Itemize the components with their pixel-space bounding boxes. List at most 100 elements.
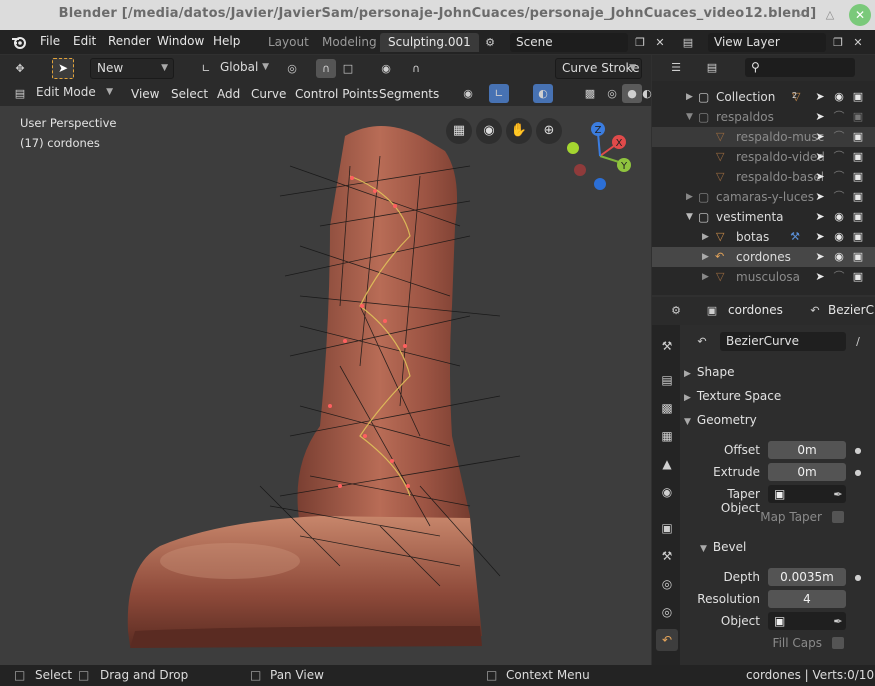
outliner-editor-icon[interactable]: ☰	[666, 58, 686, 77]
expand-icon[interactable]: ▶	[702, 267, 709, 287]
menu-curve[interactable]: Curve	[251, 87, 286, 101]
minimize-icon[interactable]: –	[789, 4, 811, 26]
menu-help[interactable]: Help	[213, 34, 240, 48]
select-icon[interactable]: ➤	[813, 107, 827, 127]
menu-add[interactable]: Add	[217, 87, 240, 101]
resolution-field[interactable]: 4	[768, 590, 846, 608]
camera-icon[interactable]: ▣	[851, 187, 865, 207]
solid-shading-icon[interactable]: ●	[622, 84, 642, 103]
keyframe-dot-icon[interactable]: ●	[848, 441, 868, 460]
camera-icon[interactable]: ▣	[851, 247, 865, 267]
orientation-dropdown[interactable]: Global ▼	[214, 58, 274, 79]
eyedropper-icon[interactable]: ✒	[828, 612, 848, 631]
tab-sculpting[interactable]: Sculpting.001	[380, 33, 479, 52]
expand-icon[interactable]: ▼	[686, 207, 693, 227]
section-geometry[interactable]: ▼ Geometry	[684, 413, 757, 427]
menu-window[interactable]: Window	[157, 34, 204, 48]
menu-select[interactable]: Select	[171, 87, 208, 101]
depth-field[interactable]: 0.0035m	[768, 568, 846, 586]
hidden-eye-icon[interactable]: ⌒	[832, 107, 846, 127]
pivot-point-icon[interactable]: ◎	[282, 59, 302, 78]
modifier-tab-icon[interactable]: ⚒	[656, 545, 678, 567]
camera-disabled-icon[interactable]: ▣	[851, 107, 865, 127]
overlay-toggle-icon[interactable]: ◐	[533, 84, 553, 103]
wireframe-shading-icon[interactable]: ◎	[602, 84, 622, 103]
menu-segments[interactable]: Segments	[379, 87, 439, 101]
menu-file[interactable]: File	[40, 34, 60, 48]
outliner-row-respaldo-video[interactable]: ▽ respaldo-vided ➤ ⌒ ▣	[652, 147, 875, 167]
map-taper-checkbox[interactable]	[832, 511, 844, 523]
hidden-eye-icon[interactable]: ⌒	[832, 167, 846, 187]
scene-name-field[interactable]: Scene	[510, 33, 628, 52]
outliner-row-collection[interactable]: ▶ ▢ Collection ▽ ➤ ◉ ▣	[652, 87, 875, 107]
tab-layout[interactable]: Layout	[260, 33, 317, 52]
menu-control-points[interactable]: Control Points	[295, 87, 378, 101]
outliner-row-respaldos[interactable]: ▼ ▢ respaldos ➤ ⌒ ▣	[652, 107, 875, 127]
camera-icon[interactable]: ▣	[851, 227, 865, 247]
outliner-row-respaldo-basel[interactable]: ▽ respaldo-basel ➤ ⌒ ▣	[652, 167, 875, 187]
camera-icon[interactable]: ▣	[851, 87, 865, 107]
hidden-eye-icon[interactable]: ⌒	[832, 147, 846, 167]
menu-render[interactable]: Render	[108, 34, 151, 48]
camera-view-icon[interactable]: ◉	[476, 118, 502, 144]
select-icon[interactable]: ➤	[813, 207, 827, 227]
proportional-edit-icon[interactable]: ◉	[376, 59, 396, 78]
camera-icon[interactable]: ▣	[851, 167, 865, 187]
hidden-eye-icon[interactable]: ⌒	[832, 127, 846, 147]
view-layer-remove-icon[interactable]: ✕	[848, 33, 868, 52]
outliner-row-musculosa[interactable]: ▶ ▽ musculosa ➤ ⌒ ▣	[652, 267, 875, 287]
outliner-row-respaldo-musc[interactable]: ▽ respaldo-musc ➤ ⌒ ▣	[652, 127, 875, 147]
tool-tab-icon[interactable]: ⚒	[656, 335, 678, 357]
new-dropdown[interactable]: New ▼	[90, 58, 174, 79]
keyframe-dot-icon[interactable]: ●	[848, 463, 868, 482]
keyframe-dot-icon[interactable]: ●	[848, 568, 868, 587]
grid-toggle-icon[interactable]: ▦	[446, 118, 472, 144]
mode-dropdown[interactable]: Edit Mode ▼	[30, 83, 118, 104]
view-layer-tab-icon[interactable]: ▦	[656, 425, 678, 447]
expand-icon[interactable]: ▶	[702, 247, 709, 267]
curve-browse-icon[interactable]: ↶	[692, 332, 712, 351]
navigation-gizmo[interactable]: X Y Z	[560, 118, 640, 198]
hidden-eye-icon[interactable]: ⌒	[832, 187, 846, 207]
curve-stroke-dropdown[interactable]: Curve Stroke ▼	[555, 58, 642, 79]
editor-type-icon[interactable]: ▤	[10, 84, 30, 103]
expand-icon[interactable]: ▶	[702, 227, 709, 247]
scene-tab-icon[interactable]: ▲	[656, 453, 678, 475]
curve-data-tab-icon[interactable]: ↶	[656, 629, 678, 651]
camera-icon[interactable]: ▣	[851, 267, 865, 287]
pan-hand-icon[interactable]: ✋	[506, 118, 532, 144]
select-icon[interactable]: ➤	[813, 267, 827, 287]
material-shading-icon[interactable]: ◐	[642, 84, 652, 103]
fill-caps-checkbox[interactable]	[832, 637, 844, 649]
outliner-row-vestimenta[interactable]: ▼ ▢ vestimenta ➤ ◉ ▣	[652, 207, 875, 227]
physics-tab-icon[interactable]: ◎	[656, 573, 678, 595]
tab-modeling[interactable]: Modeling	[314, 33, 385, 52]
view-layer-field[interactable]: View Layer	[708, 33, 826, 52]
display-mode-icon[interactable]: ▤	[702, 58, 722, 77]
render-tab-icon[interactable]: ▤	[656, 369, 678, 391]
outliner-row-botas[interactable]: ▶ ▽ botas ⚒ ➤ ◉ ▣	[652, 227, 875, 247]
eye-icon[interactable]: ◉	[832, 227, 846, 247]
scene-browse-icon[interactable]: ⚙	[480, 33, 500, 52]
select-icon[interactable]: ➤	[813, 227, 827, 247]
extrude-field[interactable]: 0m	[768, 463, 846, 481]
offset-field[interactable]: 0m	[768, 441, 846, 459]
close-window-icon[interactable]: ✕	[849, 4, 871, 26]
camera-icon[interactable]: ▣	[851, 207, 865, 227]
menu-edit[interactable]: Edit	[73, 34, 96, 48]
view-layer-icon[interactable]: ▤	[678, 33, 698, 52]
view-layer-copy-icon[interactable]: ❐	[828, 33, 848, 52]
select-icon[interactable]: ➤	[813, 187, 827, 207]
section-bevel[interactable]: ▼ Bevel	[700, 540, 746, 554]
snap-target-icon[interactable]: □	[338, 59, 358, 78]
transform-pivot-icon[interactable]: ✥	[10, 59, 30, 78]
section-shape[interactable]: ▶ Shape	[684, 365, 735, 379]
select-icon[interactable]: ➤	[813, 247, 827, 267]
fake-user-icon[interactable]: ∕	[848, 332, 868, 351]
maximize-icon[interactable]: △	[819, 4, 841, 26]
object-tab-icon[interactable]: ▣	[656, 517, 678, 539]
visibility-icon[interactable]: ◉	[458, 84, 478, 103]
select-icon[interactable]: ➤	[813, 87, 827, 107]
outliner-row-cordones[interactable]: ▶ ↶ cordones ➤ ◉ ▣	[652, 247, 875, 267]
scene-copy-icon[interactable]: ❐	[630, 33, 650, 52]
